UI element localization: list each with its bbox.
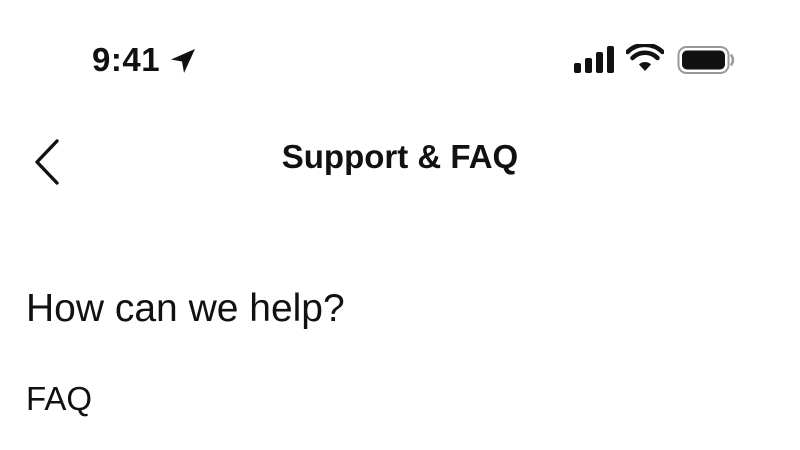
battery-icon bbox=[677, 45, 735, 75]
status-time: 9:41 bbox=[92, 41, 161, 78]
wifi-icon bbox=[625, 42, 665, 73]
location-arrow-icon bbox=[168, 46, 198, 76]
help-heading: How can we help? bbox=[26, 287, 345, 330]
navigation-bar: Support & FAQ bbox=[0, 125, 800, 195]
cellular-signal-icon bbox=[574, 46, 616, 73]
status-bar: 9:41 bbox=[0, 0, 800, 120]
page-title: Support & FAQ bbox=[281, 138, 519, 175]
back-button[interactable] bbox=[22, 131, 78, 187]
chevron-left-icon bbox=[22, 131, 78, 187]
faq-section-label: FAQ bbox=[26, 380, 93, 417]
